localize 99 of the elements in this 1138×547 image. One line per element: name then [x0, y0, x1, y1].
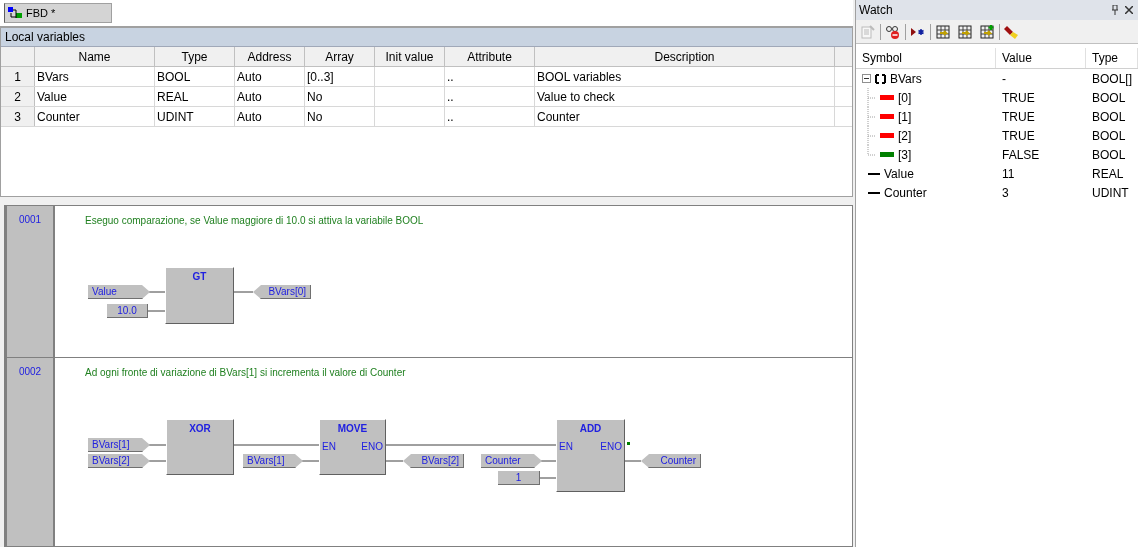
function-block[interactable]: GT [165, 267, 234, 324]
watch-type: BOOL [1092, 147, 1126, 162]
column-header[interactable]: Init value [375, 47, 445, 66]
watch-symbol: [0] [898, 89, 912, 107]
watch-symbol: [3] [898, 146, 912, 164]
panel-title: Local variables [1, 28, 852, 47]
watch-type: BOOL [1092, 90, 1126, 105]
watch-symbol: Value [884, 165, 914, 183]
function-block[interactable]: MOVE EN ENO [319, 419, 386, 475]
input-variable[interactable]: BVars[1] [243, 454, 303, 468]
table-cell: No [307, 90, 323, 104]
column-header[interactable]: Address [235, 47, 305, 66]
table-cell: Auto [237, 110, 262, 124]
table-cell: [0..3] [307, 70, 334, 84]
table-cell: Counter [537, 110, 580, 124]
watch-value: TRUE [1002, 109, 1035, 124]
column-header[interactable]: Type [1086, 48, 1138, 68]
watch-type: BOOL[] [1092, 71, 1132, 86]
table-cell: Auto [237, 70, 262, 84]
wire [541, 460, 557, 462]
table-cell: Counter [37, 110, 80, 124]
network-number-cell[interactable]: 0002 [5, 358, 55, 546]
watch-value: 3 [1002, 185, 1009, 200]
input-variable[interactable]: BVars[1] [88, 438, 150, 452]
function-block[interactable]: ADD EN ENO [556, 419, 625, 492]
row-number[interactable]: 1 [1, 67, 35, 86]
pin-label: EN [322, 440, 336, 454]
input-variable[interactable]: BVars[2] [88, 454, 150, 468]
diagram-icon [8, 7, 22, 19]
wire [147, 310, 166, 312]
watch-type: BOOL [1092, 128, 1126, 143]
block-name: XOR [189, 422, 211, 436]
editor-tab[interactable]: FBD * [4, 3, 112, 23]
wire [385, 460, 404, 462]
row-number[interactable]: 3 [1, 107, 35, 126]
watch-symbol: [2] [898, 127, 912, 145]
constant-value[interactable]: 10.0 [107, 304, 148, 318]
pin-icon[interactable] [1111, 5, 1119, 15]
column-header[interactable]: Type [155, 47, 235, 66]
column-header[interactable]: Value [996, 48, 1086, 68]
table-cell: No [307, 110, 323, 124]
block-name: GT [192, 270, 207, 284]
wire [539, 477, 557, 479]
input-variable[interactable]: Value [88, 285, 150, 299]
dash-icon [868, 172, 880, 175]
table-cell: Value [37, 90, 67, 104]
watch-symbol: [1] [898, 108, 912, 126]
wire [624, 460, 642, 462]
block-name: ADD [579, 422, 602, 436]
array-brackets-icon [875, 73, 886, 84]
input-variable[interactable]: Counter [481, 454, 542, 468]
watch-value: TRUE [1002, 128, 1035, 143]
block-name: MOVE [337, 422, 368, 436]
output-variable[interactable]: BVars[2] [403, 454, 464, 468]
table-cell: Auto [237, 90, 262, 104]
watch-value: TRUE [1002, 90, 1035, 105]
pin-label: EN [559, 440, 573, 454]
watch-value: FALSE [1002, 147, 1040, 162]
output-variable[interactable]: Counter [641, 454, 701, 468]
table-cell: REAL [157, 90, 189, 104]
table-cell: UDINT [157, 110, 194, 124]
wire [149, 291, 166, 293]
watch-value: - [1002, 71, 1006, 86]
minus-icon [864, 76, 869, 81]
watch-type: UDINT [1092, 185, 1129, 200]
wire [233, 291, 254, 293]
function-block[interactable]: XOR [166, 419, 234, 475]
column-header[interactable]: Description [535, 47, 835, 66]
watch-symbol: BVars [890, 70, 922, 88]
table-cell: .. [447, 110, 454, 124]
wire [149, 460, 167, 462]
close-icon[interactable] [1125, 6, 1133, 14]
pin-label: ENO [361, 440, 383, 454]
dash-icon [868, 191, 880, 194]
network-comment: Eseguo comparazione, se Value maggiore di 10.0 si attiva la variabile BOOL [85, 214, 424, 228]
panel-title: Watch [859, 2, 893, 19]
network-number-cell[interactable]: 0001 [5, 206, 55, 357]
table-cell: BOOL variables [537, 70, 622, 84]
table-cell: Value to check [537, 90, 615, 104]
watch-type: BOOL [1092, 109, 1126, 124]
table-cell: .. [447, 90, 454, 104]
network-comment: Ad ogni fronte di variazione di BVars[1] si incrementa il valore di Counter [85, 366, 406, 380]
constant-value[interactable]: 1 [498, 471, 540, 485]
collapse-toggle[interactable] [862, 74, 871, 83]
pin-label: ENO [600, 440, 622, 454]
table-cell: BOOL [157, 70, 191, 84]
watch-type: REAL [1092, 166, 1124, 181]
table-cell: .. [447, 70, 454, 84]
watch-value: 11 [1002, 166, 1015, 181]
table-cell: BVars [37, 70, 69, 84]
column-header[interactable]: Array [305, 47, 375, 66]
output-variable[interactable]: BVars[0] [253, 285, 311, 299]
column-header[interactable]: Attribute [445, 47, 535, 66]
column-header[interactable]: Symbol [856, 48, 996, 68]
watch-symbol: Counter [884, 184, 927, 202]
row-number[interactable]: 2 [1, 87, 35, 106]
wire [149, 444, 167, 446]
wire [302, 460, 320, 462]
column-header[interactable]: Name [35, 47, 155, 66]
